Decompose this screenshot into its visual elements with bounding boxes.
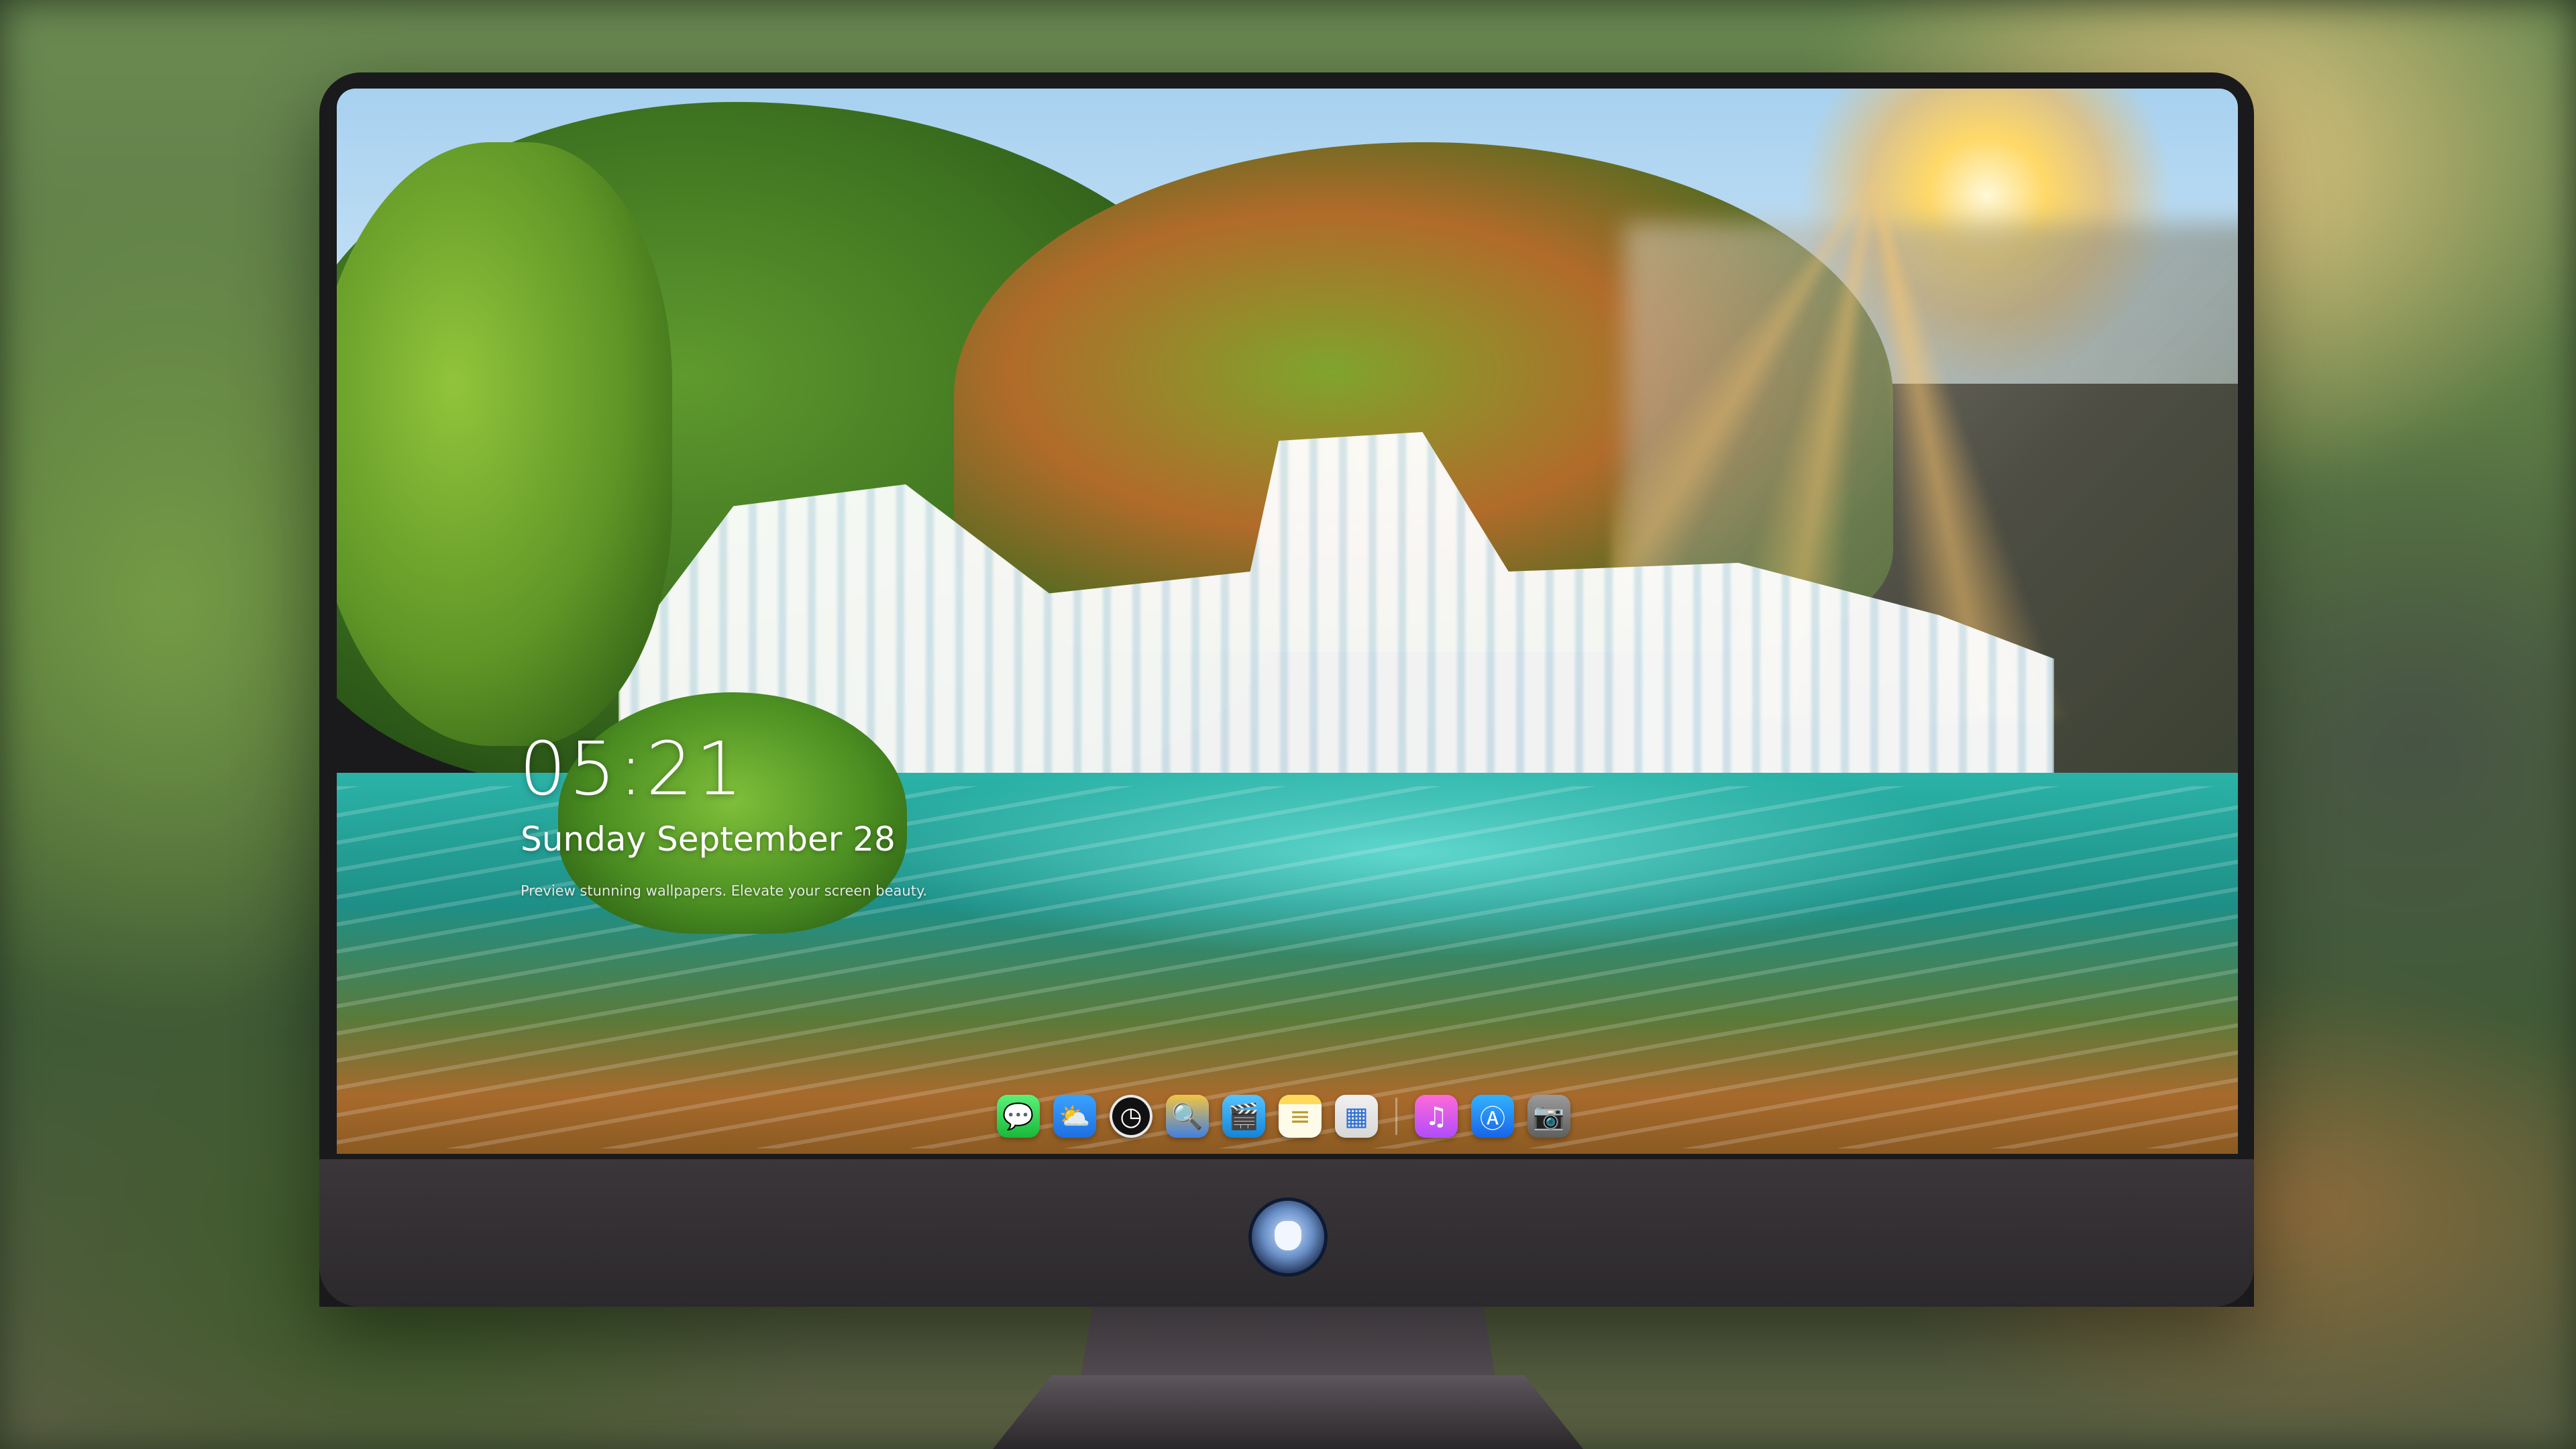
clapperboard-icon: 🎬 xyxy=(1228,1101,1260,1131)
dock-item-app-store[interactable]: Ⓐ xyxy=(1471,1095,1514,1138)
dock-item-messages[interactable]: 💬 xyxy=(997,1095,1040,1138)
dock-item-weather[interactable]: ⛅ xyxy=(1053,1095,1096,1138)
dock-item-music[interactable]: ♫ xyxy=(1415,1095,1458,1138)
dock-item-photos[interactable]: ▦ xyxy=(1335,1095,1378,1138)
dock-item-notes[interactable]: ≡ xyxy=(1279,1095,1322,1138)
magnifier-photo-icon: 🔍 xyxy=(1171,1101,1203,1131)
lock-date: Sunday September 28 xyxy=(521,820,896,859)
monitor-stand-base xyxy=(993,1375,1583,1449)
photo-grid-icon: ▦ xyxy=(1344,1102,1368,1131)
monitor-stand-neck xyxy=(1080,1307,1496,1381)
music-note-icon: ♫ xyxy=(1424,1102,1448,1131)
cloud-sun-icon: ⛅ xyxy=(1059,1101,1091,1131)
dock-separator xyxy=(1395,1097,1397,1135)
camera-icon: 📷 xyxy=(1533,1101,1565,1131)
app-store-icon: Ⓐ xyxy=(1479,1104,1505,1134)
dock-item-clips[interactable]: 🎬 xyxy=(1222,1095,1265,1138)
wallpaper-caption: Preview stunning wallpapers. Elevate you… xyxy=(521,883,928,899)
lock-screen[interactable]: 05:21 Sunday September 28 Preview stunni… xyxy=(337,89,2238,1154)
speech-bubble-icon: 💬 xyxy=(1002,1101,1034,1131)
dock: 💬 ⛅ ◷ 🔍 🎬 ≡ ▦ ♫ Ⓐ 📷 xyxy=(982,1084,1593,1148)
dock-item-clock[interactable]: ◷ xyxy=(1110,1095,1152,1138)
clock-icon: ◷ xyxy=(1120,1102,1142,1131)
dock-item-preview[interactable]: 🔍 xyxy=(1166,1095,1209,1138)
wallpaper-tree xyxy=(337,142,672,746)
notepad-icon: ≡ xyxy=(1289,1102,1311,1131)
dock-item-camera[interactable]: 📷 xyxy=(1527,1095,1570,1138)
brand-logo-icon xyxy=(1252,1201,1324,1273)
lock-clock: 05:21 xyxy=(519,726,746,812)
